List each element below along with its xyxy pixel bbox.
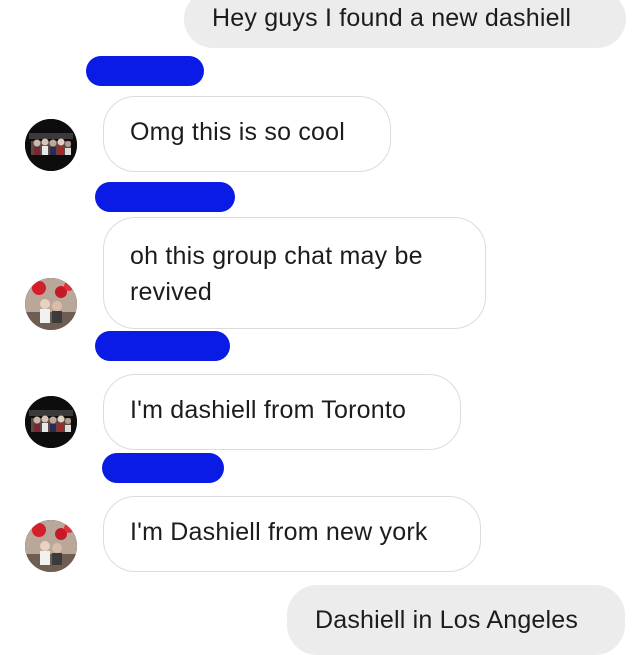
message-text: I'm dashiell from Toronto (130, 396, 407, 424)
group-photo-icon (25, 396, 77, 448)
redacted-sender-name (102, 453, 224, 483)
message-text: Omg this is so cool (130, 118, 345, 146)
redacted-sender-name (86, 56, 204, 86)
message-bubble-sent[interactable]: Dashiell in Los Angeles (287, 585, 625, 655)
message-bubble-received[interactable]: Omg this is so cool (103, 96, 391, 172)
group-photo-icon (25, 119, 77, 171)
redacted-sender-name (95, 182, 235, 212)
avatar-dark-group-photo[interactable] (25, 119, 77, 171)
avatar-balloons-photo[interactable] (25, 520, 77, 572)
message-bubble-received[interactable]: I'm Dashiell from new york (103, 496, 481, 572)
avatar-dark-group-photo[interactable] (25, 396, 77, 448)
message-bubble-sent[interactable]: Hey guys I found a new dashiell (184, 0, 626, 48)
message-bubble-received[interactable]: I'm dashiell from Toronto (103, 374, 461, 450)
message-text: Hey guys I found a new dashiell (212, 4, 572, 32)
balloons-photo-icon (25, 520, 77, 572)
message-text: I'm Dashiell from new york (130, 518, 428, 546)
message-text: oh this group chat may be revived (130, 242, 423, 306)
message-text: Dashiell in Los Angeles (315, 606, 579, 634)
message-bubble-received[interactable]: oh this group chat may be revived (103, 217, 486, 329)
avatar-balloons-photo[interactable] (25, 278, 77, 330)
redacted-sender-name (95, 331, 230, 361)
balloons-photo-icon (25, 278, 77, 330)
